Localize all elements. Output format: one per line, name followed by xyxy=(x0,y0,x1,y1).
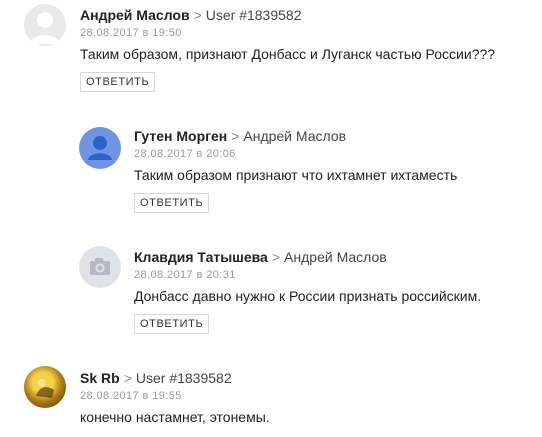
avatar[interactable] xyxy=(24,4,66,46)
user-avatar-icon xyxy=(88,136,112,160)
reply-to-link[interactable]: Андрей Маслов xyxy=(243,128,346,144)
comment-text: конечно настамнет, этонемы. xyxy=(80,409,270,425)
comment: Андрей Маслов > User #1839582 28.08.2017 в… xyxy=(0,0,542,100)
avatar[interactable] xyxy=(24,366,66,408)
reply-arrow-icon: > xyxy=(271,249,281,265)
user-avatar-icon xyxy=(30,12,60,44)
reply-arrow-icon: > xyxy=(231,128,240,144)
comment-text: Донбасс давно нужно к России признать ро… xyxy=(134,288,482,304)
comment-date: 28.08.2017 в 20:31 xyxy=(134,269,236,281)
comment-text: Таким образом признают что ихтамнет ихта… xyxy=(134,167,458,183)
comment: Sk Rb > User #1839582 28.08.2017 в 19:55 к… xyxy=(0,362,542,437)
reply-arrow-icon: > xyxy=(193,7,202,23)
camera-icon xyxy=(90,258,110,275)
comment-date: 28.08.2017 в 19:55 xyxy=(80,390,182,402)
avatar[interactable] xyxy=(79,127,121,169)
reply-arrow-icon: > xyxy=(123,370,132,386)
comment-author[interactable]: Андрей Маслов xyxy=(80,7,190,23)
reply-button[interactable]: ОТВЕТИТЬ xyxy=(134,314,210,334)
comment-author[interactable]: Клавдия Татышева xyxy=(134,249,268,265)
reply-to-link[interactable]: Андрей Маслов xyxy=(284,249,387,265)
comment-text: Таким образом, признают Донбасс и Луганс… xyxy=(80,46,496,62)
comment-date: 28.08.2017 в 19:50 xyxy=(80,27,182,39)
reply-button[interactable]: ОТВЕТИТЬ xyxy=(80,72,156,92)
reply-button[interactable]: ОТВЕТИТЬ xyxy=(134,193,210,213)
comment-author[interactable]: Sk Rb xyxy=(80,370,120,386)
reply-to-link[interactable]: User #1839582 xyxy=(136,370,232,386)
comment: Гутен Морген > Андрей Маслов 28.08.2017 в … xyxy=(0,120,542,220)
comment: Клавдия Татышева > Андрей Маслов 28.08.201… xyxy=(0,241,542,341)
profile-photo-icon xyxy=(36,379,54,398)
comment-author[interactable]: Гутен Морген xyxy=(134,128,227,144)
reply-to-link[interactable]: User #1839582 xyxy=(206,7,302,23)
avatar[interactable] xyxy=(79,246,121,288)
comment-date: 28.08.2017 в 20:06 xyxy=(134,148,236,160)
